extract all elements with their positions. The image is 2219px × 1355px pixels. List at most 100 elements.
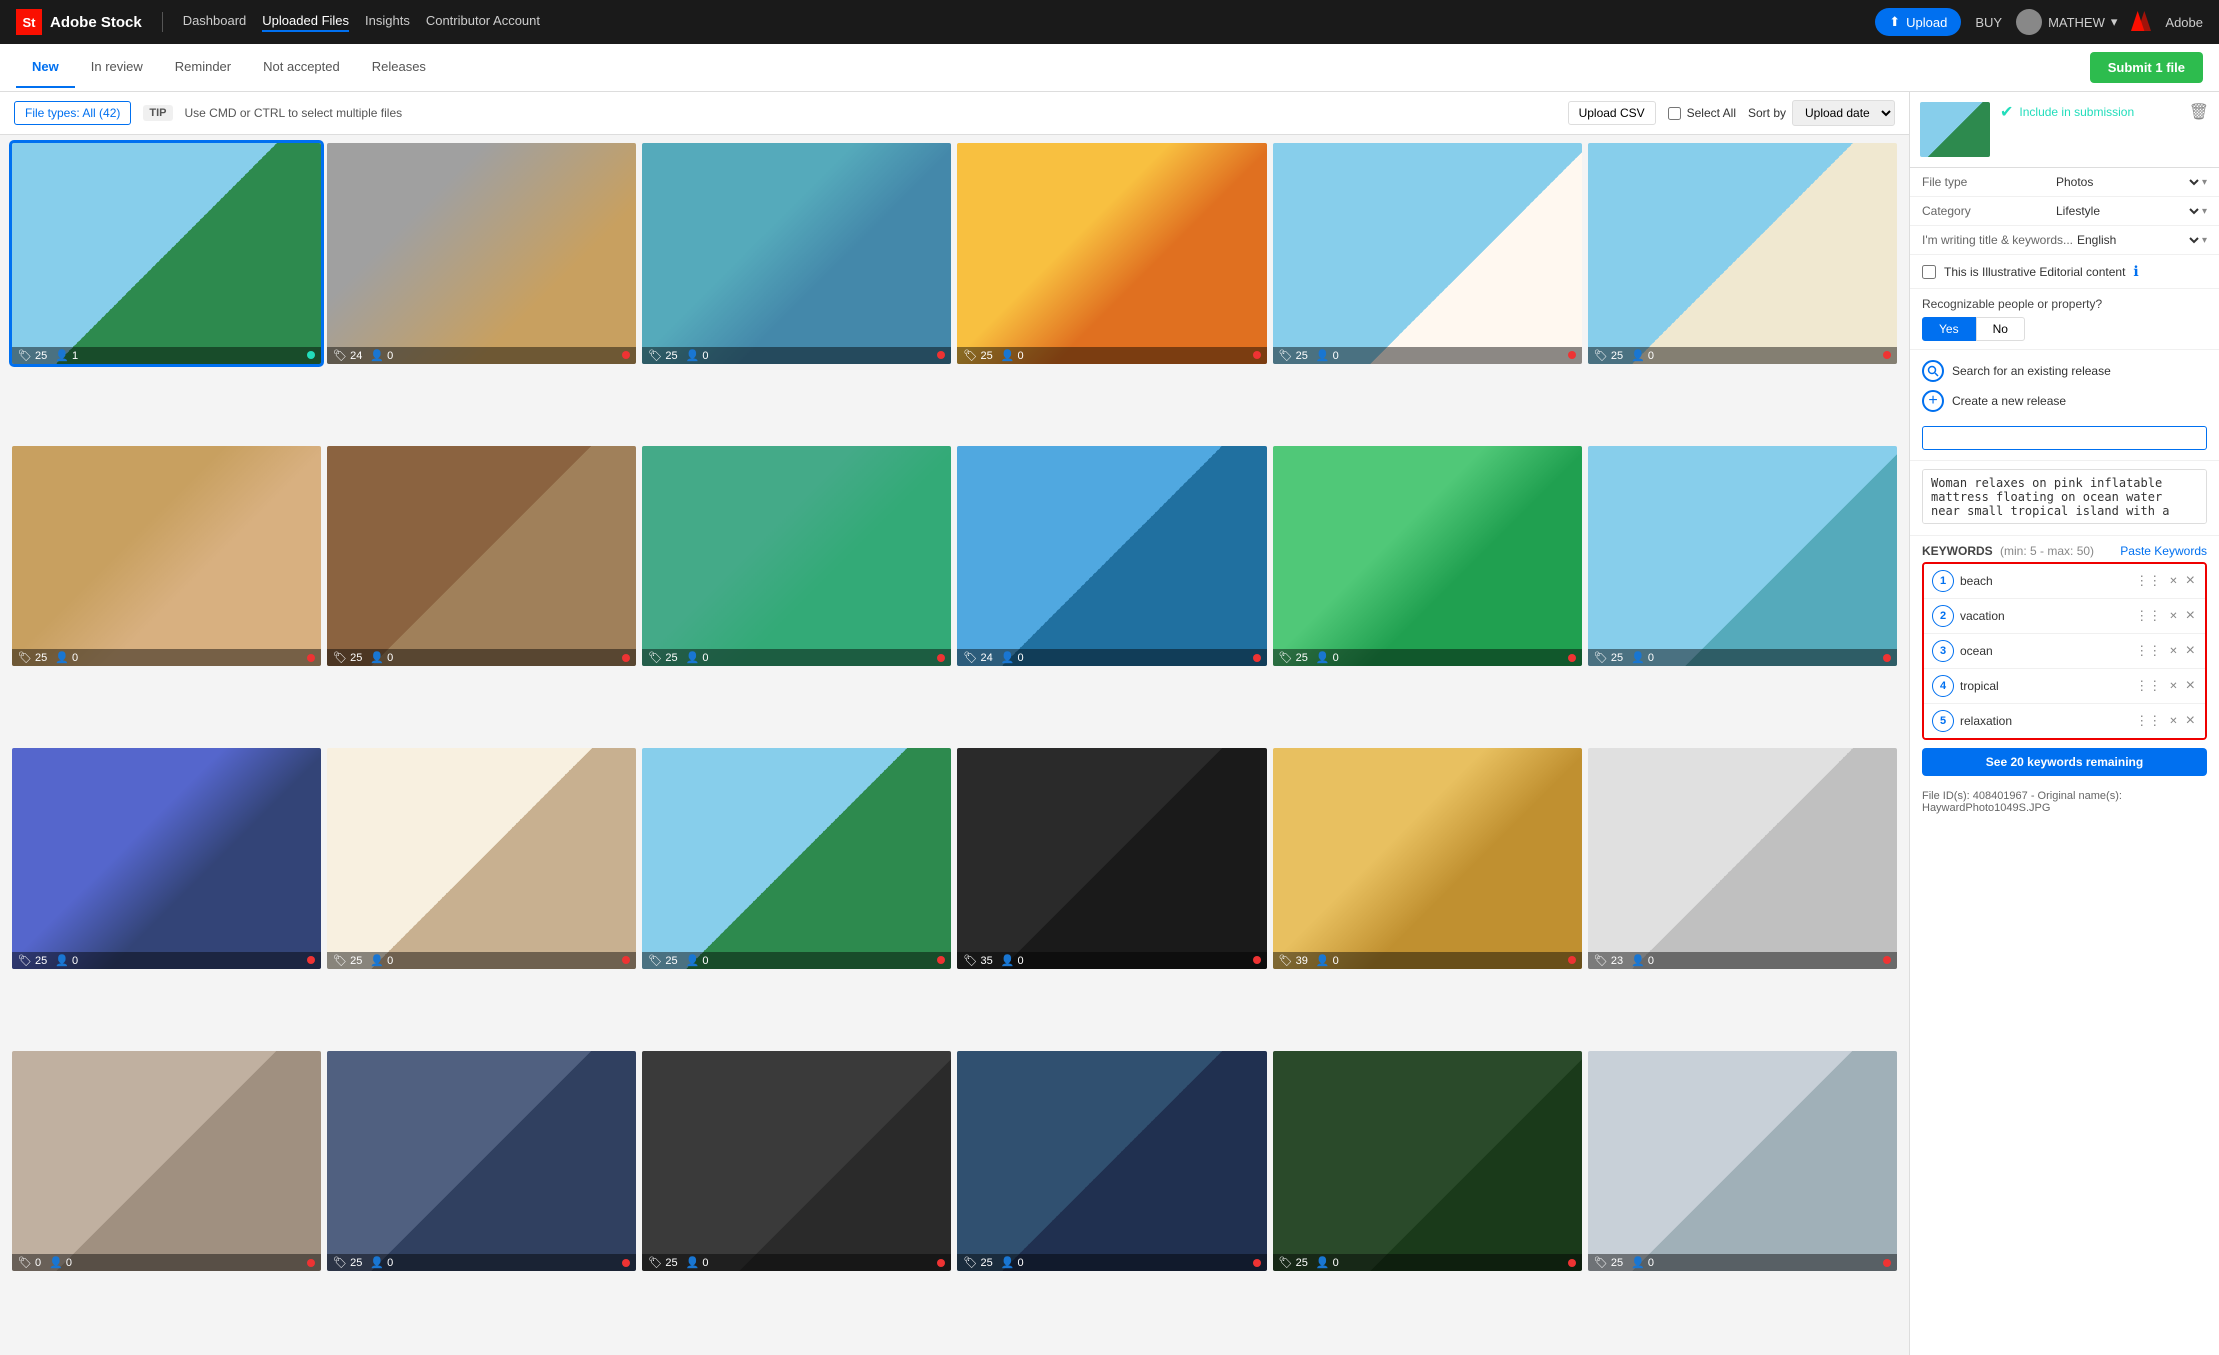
image-overlay: 🏷 25👤 0 xyxy=(1273,649,1582,666)
nav-links: Dashboard Uploaded Files Insights Contri… xyxy=(183,13,1856,32)
left-content: File types: All (42) TIP Use CMD or CTRL… xyxy=(0,92,1909,1355)
tip-text: Use CMD or CTRL to select multiple files xyxy=(185,106,403,120)
image-card[interactable]: 🏷 25👤 0 xyxy=(1588,1051,1897,1272)
paste-keywords-button[interactable]: Paste Keywords xyxy=(2120,544,2207,558)
submit-button[interactable]: Submit 1 file xyxy=(2090,52,2203,83)
see-more-keywords-button[interactable]: See 20 keywords remaining xyxy=(1922,748,2207,776)
image-card[interactable]: 🏷 39👤 0 xyxy=(1273,748,1582,969)
keyword-drag-icon[interactable]: ⋮⋮ xyxy=(2133,677,2163,695)
app-name: Adobe Stock xyxy=(50,14,142,31)
user-menu[interactable]: MATHEW ▾ xyxy=(2016,9,2117,35)
image-overlay: 🏷 25👤 0 xyxy=(327,649,636,666)
download-count: 👤 0 xyxy=(686,349,709,362)
select-all-checkbox[interactable] xyxy=(1668,107,1681,120)
sort-select[interactable]: Upload date xyxy=(1792,100,1895,126)
image-card[interactable]: 🏷 35👤 0 xyxy=(957,748,1266,969)
image-card[interactable]: 🏷 25👤 0 xyxy=(957,143,1266,364)
image-card[interactable]: 🏷 23👤 0 xyxy=(1588,748,1897,969)
language-select[interactable]: English xyxy=(2073,232,2202,248)
delete-icon[interactable]: 🗑 xyxy=(2189,102,2209,122)
title-textarea[interactable]: Woman relaxes on pink inflatable mattres… xyxy=(1922,469,2207,524)
keywords-header: KEYWORDS (min: 5 - max: 50) Paste Keywor… xyxy=(1910,536,2219,562)
sort-area: Sort by Upload date xyxy=(1748,100,1895,126)
image-card[interactable]: 🏷 25👤 0 xyxy=(12,446,321,667)
release-input[interactable] xyxy=(1922,426,2207,450)
keyword-drag-icon[interactable]: ⋮⋮ xyxy=(2133,607,2163,625)
keyword-edit-icon[interactable]: ✕ xyxy=(2167,607,2179,625)
keyword-delete-icon[interactable]: × xyxy=(2184,677,2197,695)
upload-csv-button[interactable]: Upload CSV xyxy=(1568,101,1656,125)
keyword-edit-icon[interactable]: ✕ xyxy=(2167,677,2179,695)
include-check[interactable]: ✔ Include in submission xyxy=(2000,102,2179,122)
image-card[interactable]: 🏷 25👤 0 xyxy=(1273,1051,1582,1272)
adobe-logo xyxy=(2131,11,2151,34)
file-type-select[interactable]: Photos xyxy=(2052,174,2202,190)
image-card[interactable]: 🏷 25👤 0 xyxy=(642,748,951,969)
image-card[interactable]: 🏷 25👤 0 xyxy=(642,446,951,667)
image-card[interactable]: 🏷 25👤 0 xyxy=(1588,446,1897,667)
image-card[interactable]: 🏷 25👤 0 xyxy=(12,748,321,969)
tab-in-review[interactable]: In review xyxy=(75,47,159,88)
keyword-edit-icon[interactable]: ✕ xyxy=(2167,712,2179,730)
toolbar-right: Upload CSV Select All Sort by Upload dat… xyxy=(1568,100,1895,126)
image-card[interactable]: 🏷 25👤 0 xyxy=(327,1051,636,1272)
category-select[interactable]: Lifestyle xyxy=(2052,203,2202,219)
tab-releases[interactable]: Releases xyxy=(356,47,442,88)
image-card[interactable]: 🏷 25👤 0 xyxy=(957,1051,1266,1272)
tab-new[interactable]: New xyxy=(16,47,75,88)
status-dot xyxy=(622,956,630,964)
keyword-count: 🏷 35 xyxy=(963,954,992,967)
select-all-area[interactable]: Select All xyxy=(1668,106,1736,120)
image-card[interactable]: 🏷 25👤 0 xyxy=(1273,143,1582,364)
buy-button[interactable]: BUY xyxy=(1975,15,2002,30)
no-button[interactable]: No xyxy=(1976,317,2025,341)
image-card[interactable]: 🏷 25👤 0 xyxy=(327,748,636,969)
image-overlay: 🏷 25👤 0 xyxy=(12,649,321,666)
file-types-button[interactable]: File types: All (42) xyxy=(14,101,131,125)
select-all-label: Select All xyxy=(1687,106,1736,120)
nav-dashboard[interactable]: Dashboard xyxy=(183,13,247,32)
image-card[interactable]: 🏷 24👤 0 xyxy=(957,446,1266,667)
image-overlay: 🏷 25👤 0 xyxy=(957,347,1266,364)
tab-not-accepted[interactable]: Not accepted xyxy=(247,47,356,88)
keyword-text: relaxation xyxy=(1960,714,2127,728)
image-card[interactable]: 🏷 25👤 0 xyxy=(642,143,951,364)
download-count: 👤 0 xyxy=(55,651,78,664)
status-dot xyxy=(1253,351,1261,359)
search-release-row[interactable]: Search for an existing release xyxy=(1922,360,2207,382)
upload-button[interactable]: ⬆ Upload xyxy=(1875,8,1961,36)
nav-insights[interactable]: Insights xyxy=(365,13,410,32)
keyword-delete-icon[interactable]: × xyxy=(2184,642,2197,660)
tab-reminder[interactable]: Reminder xyxy=(159,47,247,88)
keyword-count: 🏷 25 xyxy=(1279,1256,1308,1269)
keyword-text: beach xyxy=(1960,574,2127,588)
status-dot xyxy=(937,654,945,662)
keyword-drag-icon[interactable]: ⋮⋮ xyxy=(2133,642,2163,660)
image-card[interactable]: 🏷 25👤 0 xyxy=(327,446,636,667)
keyword-delete-icon[interactable]: × xyxy=(2184,607,2197,625)
image-card[interactable]: 🏷 25👤 1 xyxy=(12,143,321,364)
upload-icon: ⬆ xyxy=(1889,14,1900,30)
language-field: I'm writing title & keywords... English … xyxy=(1910,226,2219,255)
nav-contributor[interactable]: Contributor Account xyxy=(426,13,540,32)
keyword-delete-icon[interactable]: × xyxy=(2184,572,2197,590)
create-release-row[interactable]: + Create a new release xyxy=(1922,390,2207,412)
editorial-info-icon[interactable]: ℹ xyxy=(2133,263,2138,280)
keyword-actions: ⋮⋮✕ × xyxy=(2133,677,2197,695)
image-card[interactable]: 🏷 0👤 0 xyxy=(12,1051,321,1272)
keyword-drag-icon[interactable]: ⋮⋮ xyxy=(2133,712,2163,730)
keyword-delete-icon[interactable]: × xyxy=(2184,712,2197,730)
nav-uploaded-files[interactable]: Uploaded Files xyxy=(262,13,349,32)
keyword-count: 🏷 25 xyxy=(648,954,677,967)
image-overlay: 🏷 25👤 0 xyxy=(1273,347,1582,364)
keyword-edit-icon[interactable]: ✕ xyxy=(2167,642,2179,660)
keyword-drag-icon[interactable]: ⋮⋮ xyxy=(2133,572,2163,590)
image-card[interactable]: 🏷 24👤 0 xyxy=(327,143,636,364)
image-card[interactable]: 🏷 25👤 0 xyxy=(1273,446,1582,667)
image-card[interactable]: 🏷 25👤 0 xyxy=(1588,143,1897,364)
image-card[interactable]: 🏷 25👤 0 xyxy=(642,1051,951,1272)
status-dot xyxy=(937,1259,945,1267)
editorial-checkbox[interactable] xyxy=(1922,265,1936,279)
keyword-edit-icon[interactable]: ✕ xyxy=(2167,572,2179,590)
yes-button[interactable]: Yes xyxy=(1922,317,1976,341)
